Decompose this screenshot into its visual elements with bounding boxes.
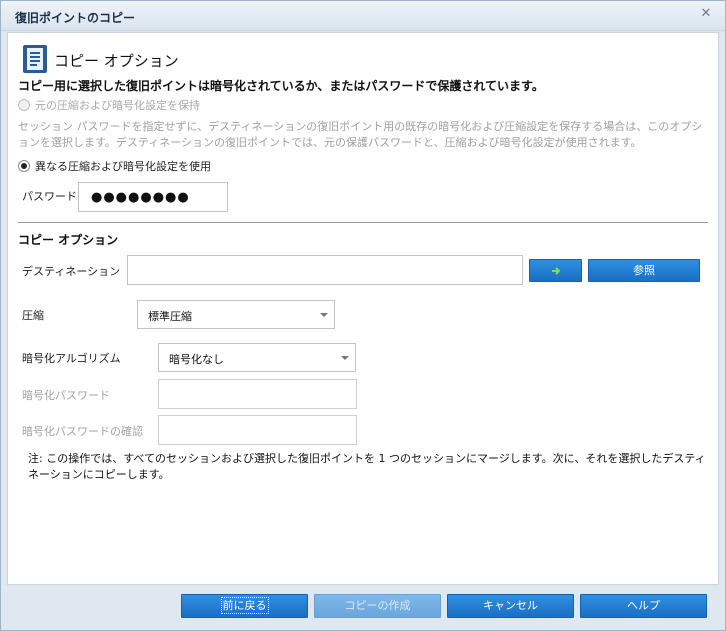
compression-label: 圧縮 [22,309,44,322]
encryption-algorithm-value: 暗号化なし [169,353,224,366]
password-value: ●●●●●●●● [91,190,190,205]
help-button[interactable]: ヘルプ [580,594,707,618]
chevron-down-icon [341,356,349,360]
back-button[interactable]: 前に戻る [181,594,308,618]
different-settings-option[interactable]: 異なる圧縮および暗号化設定を使用 [18,158,211,174]
different-settings-label: 異なる圧縮および暗号化設定を使用 [35,160,211,173]
chevron-down-icon [320,313,328,317]
copy-options-heading: コピー オプション [18,233,119,247]
different-settings-radio[interactable] [18,160,30,172]
encryption-password-label: 暗号化パスワード [22,389,110,402]
compression-select[interactable]: 標準圧縮 [137,300,335,329]
document-icon [23,45,47,73]
encryption-algorithm-select[interactable]: 暗号化なし [158,343,356,372]
close-icon[interactable]: ✕ [699,7,713,21]
destination-label: デスティネーション [22,265,121,278]
cancel-button-label: キャンセル [483,599,538,612]
password-label: パスワード [22,190,77,203]
encryption-password-confirm-label: 暗号化パスワードの確認 [22,425,143,438]
keep-settings-radio[interactable] [18,99,30,111]
encryption-algorithm-label: 暗号化アルゴリズム [22,352,121,365]
cancel-button[interactable]: キャンセル [447,594,574,618]
keep-settings-option[interactable]: 元の圧縮および暗号化設定を保持 [18,97,200,113]
section-heading: コピー オプション [54,52,179,70]
encryption-password-field[interactable] [158,379,357,409]
title-bar[interactable]: 復旧ポイントのコピー ✕ [1,1,725,31]
browse-button[interactable]: 参照 [588,259,700,282]
dialog-content: コピー オプション コピー用に選択した復旧ポイントは暗号化されているか、またはパ… [7,32,719,585]
destination-input[interactable] [127,255,523,285]
arrow-right-icon [551,267,560,275]
password-field[interactable]: ●●●●●●●● [78,182,228,212]
browse-button-label: 参照 [633,264,655,277]
keep-settings-label: 元の圧縮および暗号化設定を保持 [35,99,200,112]
keep-settings-description: セッション パスワードを指定せずに、デスティネーションの復旧ポイント用の既存の暗… [18,120,703,149]
encryption-warning: コピー用に選択した復旧ポイントは暗号化されているか、またはパスワードで保護されて… [18,79,544,93]
copy-recovery-point-dialog: 復旧ポイントのコピー ✕ コピー オプション コピー用に選択した復旧ポイントは暗… [0,0,726,631]
merge-note: 注: この操作では、すべてのセッションおよび選択した復旧ポイントを 1 つのセッ… [28,452,706,481]
divider [18,222,708,223]
compression-value: 標準圧縮 [148,310,192,323]
help-button-label: ヘルプ [627,599,660,612]
encryption-password-confirm-field[interactable] [158,415,357,445]
go-button[interactable] [529,259,582,282]
back-button-label: 前に戻る [220,597,269,614]
create-copy-button[interactable]: コピーの作成 [314,594,441,618]
dialog-title: 復旧ポイントのコピー [15,11,136,25]
create-copy-button-label: コピーの作成 [344,599,411,612]
